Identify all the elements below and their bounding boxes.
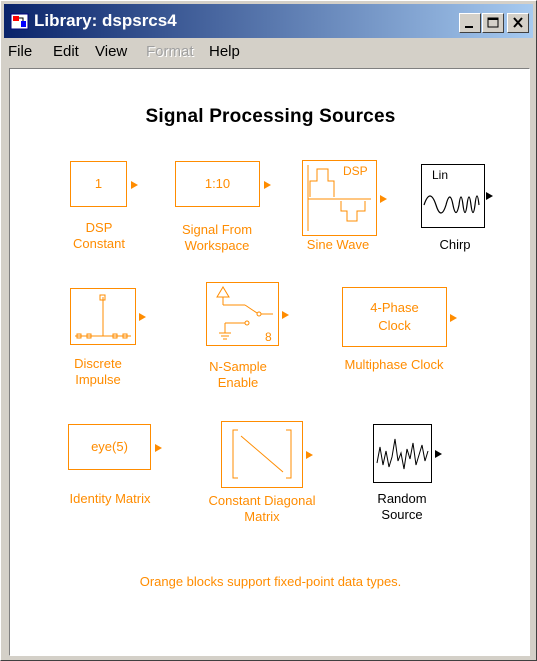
discrete-impulse-label-line1: Discrete: [74, 356, 122, 371]
n-sample-enable-label-line1: N-Sample: [209, 359, 267, 374]
constant-diagonal-matrix-label[interactable]: Constant Diagonal Matrix: [209, 493, 316, 525]
library-title: Signal Processing Sources: [145, 106, 396, 127]
multiphase-clock-text-line2: Clock: [378, 318, 411, 333]
constant-diagonal-matrix-label-line2: Matrix: [244, 509, 280, 524]
library-canvas: Signal Processing Sources 1 DSP Constant…: [9, 68, 530, 656]
multiphase-clock-label[interactable]: Multiphase Clock: [345, 357, 444, 373]
output-port-icon: [435, 450, 442, 458]
n-sample-enable-label-line2: Enable: [217, 375, 259, 390]
close-icon: [513, 17, 523, 28]
chirp-icon: Lin: [423, 168, 480, 214]
n-sample-enable-block[interactable]: 8: [206, 282, 289, 346]
multiphase-clock-text: 4-Phase Clock: [343, 288, 446, 346]
chirp-label[interactable]: Chirp: [439, 237, 470, 253]
menu-bar: File Edit View Format Help: [4, 40, 533, 64]
dsp-constant-label[interactable]: DSP Constant: [73, 220, 125, 252]
menu-format[interactable]: Format: [146, 42, 194, 62]
diagonal-matrix-icon: [232, 429, 292, 479]
discrete-impulse-block[interactable]: [70, 288, 146, 345]
output-port-icon: [486, 192, 493, 200]
discrete-impulse-label-line2: Impulse: [75, 372, 121, 387]
dsp-constant-value: 1: [94, 176, 103, 191]
multiphase-clock-label-line1: Multiphase Clock: [344, 357, 444, 372]
dsp-constant-block[interactable]: 1: [70, 161, 138, 207]
window-title: Library: dspsrcs4: [34, 11, 177, 30]
sine-wave-label[interactable]: Sine Wave: [307, 237, 369, 253]
sine-wave-icon: DSP: [307, 164, 371, 231]
output-port-icon: [450, 314, 457, 322]
signal-from-workspace-label-line2: Workspace: [184, 238, 250, 253]
minimize-button[interactable]: [459, 13, 481, 33]
chirp-label-line1: Chirp: [439, 237, 471, 252]
random-noise-icon: [376, 438, 429, 470]
discrete-impulse-icon: [75, 294, 131, 339]
menu-file[interactable]: File: [8, 42, 32, 62]
identity-matrix-block[interactable]: eye(5): [68, 424, 162, 470]
n-sample-enable-icon: 8: [216, 286, 273, 344]
maximize-icon: [487, 17, 499, 28]
multiphase-clock-block[interactable]: 4-Phase Clock: [342, 287, 457, 347]
dsp-constant-label-line1: DSP: [85, 220, 113, 235]
sine-wave-label-line1: Sine Wave: [306, 237, 370, 252]
minimize-icon: [465, 26, 473, 28]
output-port-icon: [282, 311, 289, 319]
output-port-icon: [139, 313, 146, 321]
signal-from-workspace-label[interactable]: Signal From Workspace: [182, 222, 252, 254]
output-port-icon: [306, 451, 313, 459]
n-sample-count-text: 8: [265, 330, 272, 344]
multiphase-clock-text-line1: 4-Phase: [370, 300, 419, 315]
library-window: Library: dspsrcs4 File Edit View Format …: [0, 0, 537, 661]
random-source-label-line1: Random: [377, 491, 427, 506]
random-source-label-line2: Source: [381, 507, 423, 522]
sine-wave-block[interactable]: DSP: [302, 160, 387, 236]
dsp-constant-label-line2: Constant: [72, 236, 126, 251]
menu-help[interactable]: Help: [209, 42, 240, 62]
menu-edit[interactable]: Edit: [53, 42, 79, 62]
constant-diagonal-matrix-label-line1: Constant Diagonal: [208, 493, 316, 508]
title-bar[interactable]: Library: dspsrcs4: [4, 4, 533, 38]
random-source-block[interactable]: [373, 424, 442, 483]
discrete-impulse-label[interactable]: Discrete Impulse: [74, 356, 122, 388]
signal-from-workspace-label-line1: Signal From: [181, 222, 253, 237]
output-port-icon: [380, 195, 387, 203]
chirp-block[interactable]: Lin: [421, 164, 493, 228]
output-port-icon: [131, 181, 138, 189]
identity-matrix-label-line1: Identity Matrix: [69, 491, 151, 506]
chirp-lin-text: Lin: [432, 168, 448, 182]
signal-from-workspace-block[interactable]: 1:10: [175, 161, 271, 207]
menu-view[interactable]: View: [95, 42, 127, 62]
output-port-icon: [155, 444, 162, 452]
maximize-button[interactable]: [482, 13, 504, 33]
fixed-point-note: Orange blocks support fixed-point data t…: [139, 574, 402, 589]
output-port-icon: [264, 181, 271, 189]
close-button[interactable]: [507, 13, 529, 33]
identity-matrix-value: eye(5): [91, 439, 128, 454]
random-source-label[interactable]: Random Source: [377, 491, 426, 523]
sine-wave-dsp-text: DSP: [343, 164, 368, 178]
simulink-library-icon: [10, 13, 29, 30]
signal-from-workspace-value: 1:10: [204, 176, 231, 191]
n-sample-enable-label[interactable]: N-Sample Enable: [209, 359, 267, 391]
constant-diagonal-matrix-block[interactable]: [221, 421, 313, 488]
identity-matrix-label[interactable]: Identity Matrix: [70, 491, 151, 507]
